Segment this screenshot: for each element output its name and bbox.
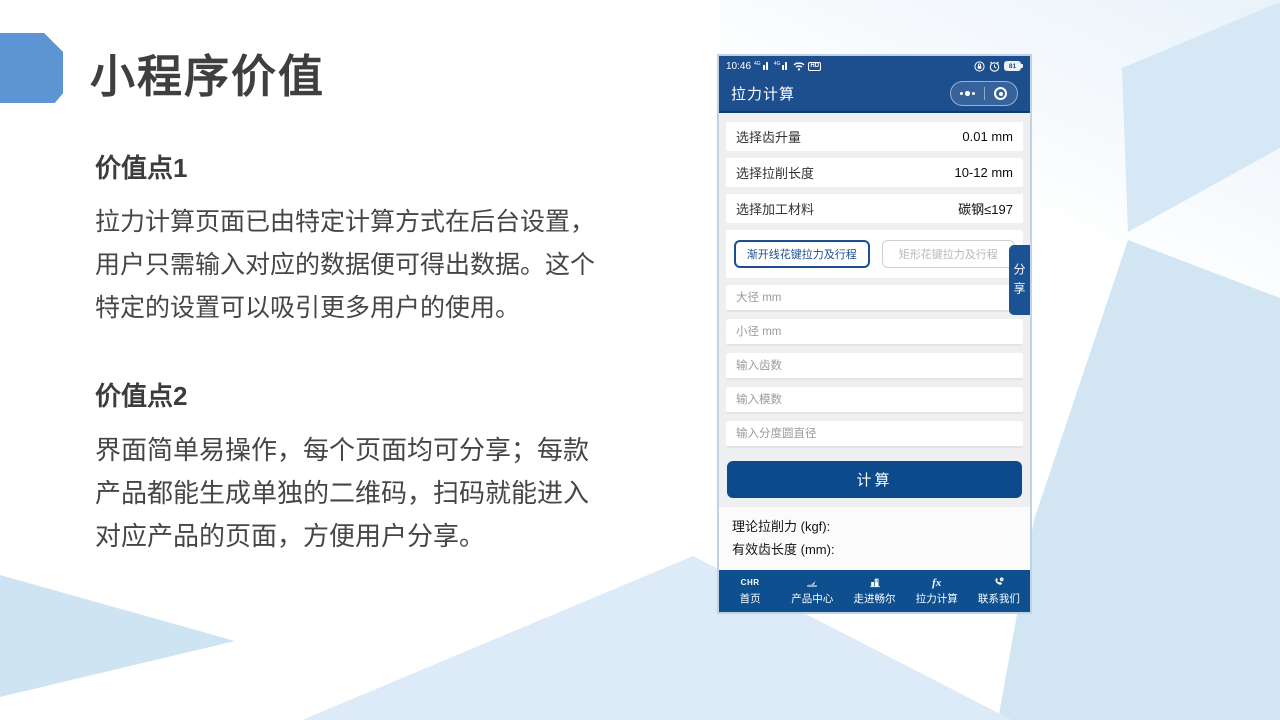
calculate-button[interactable]: 计算 — [727, 461, 1022, 498]
lock-icon — [974, 61, 985, 72]
results-card: 理论拉削力 (kgf): 有效齿长度 (mm): — [719, 507, 1030, 570]
nav-item-about[interactable]: 走进畅尔 — [843, 570, 905, 612]
signal-4g-icon: 4G — [754, 62, 771, 70]
value-point-1-heading: 价值点1 — [95, 148, 655, 185]
major-diameter-input[interactable] — [726, 285, 1023, 312]
background-shape — [0, 575, 235, 697]
nav-item-products[interactable]: 产品中心 — [781, 570, 843, 612]
wifi-icon — [793, 61, 805, 71]
app-content: 选择齿升量 0.01 mm 选择拉削长度 10-12 mm 选择加工材料 碳钢≤… — [719, 113, 1030, 570]
status-bar: 10:46 4G 4G HD — [719, 56, 1030, 76]
spline-tabs: 渐开线花键拉力及行程 矩形花键拉力及行程 — [726, 230, 1023, 278]
value-point-1-body: 拉力计算页面已由特定计算方式在后台设置， 用户只需输入对应的数据便可得出数据。这… — [95, 201, 655, 330]
more-options-button[interactable] — [951, 82, 984, 105]
app-header: 拉力计算 — [719, 76, 1030, 113]
teeth-count-input[interactable] — [726, 353, 1023, 380]
background-shape — [998, 240, 1280, 720]
clock-time: 10:46 — [726, 61, 751, 72]
fx-function-icon: fx — [932, 576, 941, 589]
hd-volte-icon: HD — [808, 62, 821, 71]
building-icon — [867, 576, 883, 589]
value-points-block: 价值点1 拉力计算页面已由特定计算方式在后台设置， 用户只需输入对应的数据便可得… — [95, 148, 655, 558]
select-row-material[interactable]: 选择加工材料 碳钢≤197 — [726, 194, 1023, 223]
alarm-clock-icon — [989, 61, 1000, 72]
bottom-nav: CHR 首页 产品中心 走进畅尔 fx 拉力计算 — [719, 570, 1030, 612]
pitch-diameter-input[interactable] — [726, 421, 1023, 448]
machine-icon — [804, 576, 820, 589]
select-row-tooth-rise[interactable]: 选择齿升量 0.01 mm — [726, 122, 1023, 151]
share-tab[interactable]: 分享 — [1009, 245, 1030, 315]
tab-involute-spline[interactable]: 渐开线花键拉力及行程 — [734, 240, 870, 268]
phone-screenshot: 10:46 4G 4G HD — [717, 54, 1032, 614]
nav-item-contact[interactable]: 联系我们 — [968, 570, 1030, 612]
tab-rectangular-spline[interactable]: 矩形花键拉力及行程 — [882, 240, 1016, 268]
nav-item-calculator[interactable]: fx 拉力计算 — [906, 570, 968, 612]
capsule-exit-button[interactable] — [985, 82, 1018, 105]
presentation-slide: 小程序价值 价值点1 拉力计算页面已由特定计算方式在后台设置， 用户只需输入对应… — [0, 0, 1280, 720]
chr-logo-icon: CHR — [741, 576, 760, 589]
page-title: 小程序价值 — [90, 40, 325, 105]
result-tooth-length: 有效齿长度 (mm): — [732, 538, 1017, 561]
result-pulling-force: 理论拉削力 (kgf): — [732, 515, 1017, 538]
background-shape — [1122, 2, 1280, 232]
battery-percent: 81 — [1004, 61, 1021, 71]
nav-item-home[interactable]: CHR 首页 — [719, 570, 781, 612]
select-row-broach-length[interactable]: 选择拉削长度 10-12 mm — [726, 158, 1023, 187]
value-point-2-heading: 价值点2 — [95, 376, 655, 413]
miniprogram-capsule — [950, 81, 1018, 106]
target-circle-icon — [994, 87, 1007, 100]
app-title: 拉力计算 — [731, 83, 795, 104]
phone-icon — [991, 576, 1007, 589]
value-point-2-body: 界面简单易操作，每个页面均可分享；每款 产品都能生成单独的二维码，扫码就能进入 … — [95, 429, 655, 558]
title-accent-square — [0, 33, 63, 103]
minor-diameter-input[interactable] — [726, 319, 1023, 346]
module-input[interactable] — [726, 387, 1023, 414]
battery-icon: 81 — [1004, 61, 1023, 71]
signal-4g-icon: 4G — [774, 62, 791, 70]
